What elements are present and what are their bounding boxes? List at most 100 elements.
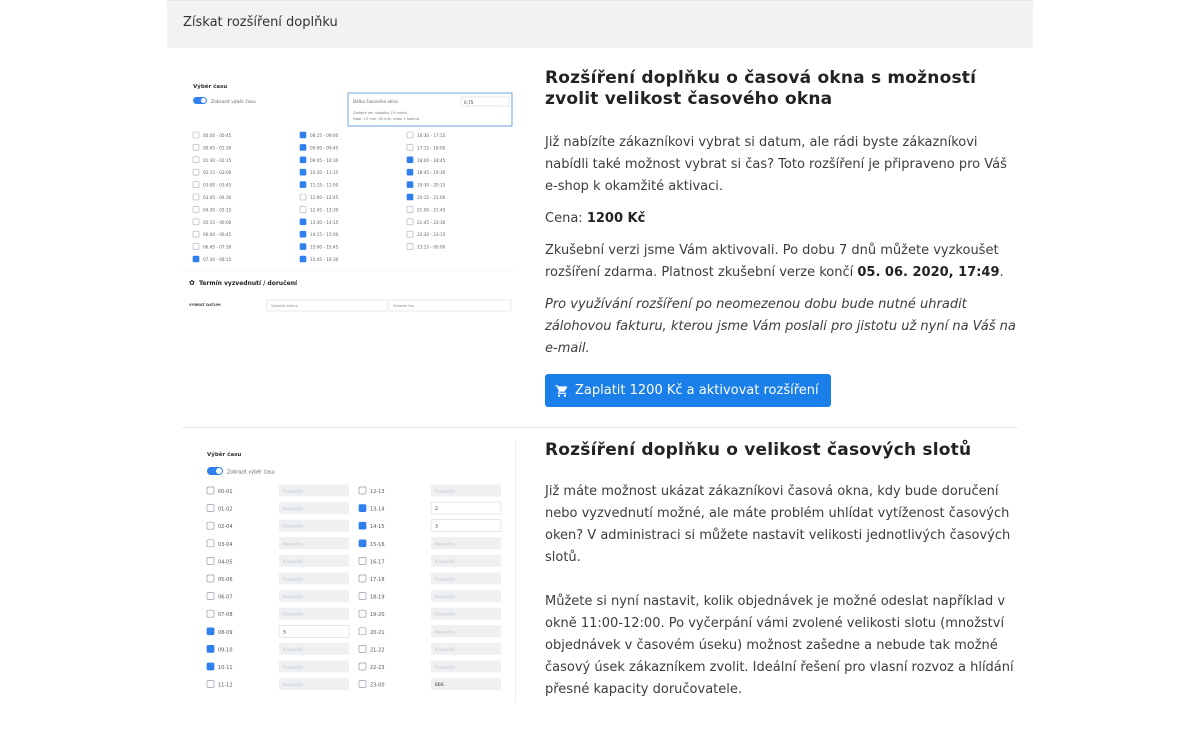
time-windows-intro: Již nabízíte zákazníkovi vybrat si datum…	[545, 135, 1007, 194]
shot1-slot-checkbox	[299, 193, 307, 201]
shot1-slot-checkbox	[299, 243, 307, 250]
shot1-slot-label: 06:00 - 06:45	[203, 232, 232, 237]
shot2-slot-label: 05-06	[218, 577, 233, 583]
shot2-slot-checkbox	[206, 574, 215, 583]
shot1-box-label: Délka časového okna	[353, 99, 398, 104]
shot1-slot-checkbox	[299, 168, 307, 176]
shot2-capacity-value: Kapacita	[283, 506, 303, 512]
pay-button-label: Zaplatit 1200 Kč a aktivovat rozšíření	[575, 383, 819, 398]
shot1-slot-checkbox	[192, 255, 200, 263]
shot1-slot-checkbox	[406, 193, 414, 201]
shot2-slot-label: 19-20	[370, 612, 385, 618]
shot1-slot-label: 15:45 - 16:30	[310, 257, 339, 262]
shot1-slot-label: 03:00 - 03:45	[203, 183, 232, 188]
cart-icon	[555, 384, 568, 397]
shot2-slot-columns: 00-01 Kapacita 01-02 Kapacita 02-04 Kapacita 0…	[206, 484, 502, 691]
slot-capacity-title: Rozšíření doplňku o velikost časových sl…	[545, 440, 972, 460]
trial-notice: Zkušební verzi jsme Vám aktivovali. Po d…	[545, 243, 1004, 280]
shot1-slot-checkbox	[192, 144, 200, 151]
shot2-capacity-value: 2	[435, 506, 438, 512]
shot2-slot-label: 17-18	[370, 577, 385, 583]
shot2-slot-label: 18-19	[370, 595, 385, 601]
shot2-slot-checkbox	[206, 539, 215, 548]
shot1-slot-checkbox	[299, 181, 307, 188]
svg-text:Vyberte datum: Vyberte datum	[271, 304, 298, 308]
panel-header: Získat rozšíření doplňku	[167, 0, 1033, 48]
shot2-slot-checkbox	[358, 609, 367, 618]
shot2-slot-label: 14-15	[370, 524, 385, 530]
shot2-capacity-input	[278, 625, 350, 638]
shot1-slot-label: 12:00 - 12:45	[310, 195, 339, 200]
shot2-capacity-value: 3	[435, 524, 438, 530]
shot1-slot-checkbox	[299, 156, 307, 164]
shot1-slot-checkbox	[406, 181, 414, 188]
price-line: Cena: 1200 Kč	[545, 208, 1017, 230]
shot1-slot-label: 03:45 - 04:30	[203, 195, 232, 200]
shot2-slot-label: 20-21	[370, 630, 385, 636]
shot1-slot-label: 15:00 - 15:45	[310, 245, 339, 250]
shot2-capacity-value: Kapacita	[435, 612, 455, 618]
shot1-calendar-icon: ✿	[189, 279, 195, 287]
pay-and-activate-button[interactable]: Zaplatit 1200 Kč a aktivovat rozšíření	[545, 374, 831, 407]
shot1-slot-label: 01:30 - 02:15	[203, 158, 232, 163]
shot1-slot-label: 04:30 - 05:15	[203, 207, 232, 212]
shot1-slot-checkbox	[192, 230, 200, 238]
shot1-slot-label: 02:15 - 03:00	[203, 170, 232, 175]
shot2-capacity-value: Kapacita	[435, 489, 455, 495]
shot2-capacity-value: Kapacita	[283, 594, 303, 600]
shot2-capacity-value: Kapacita	[435, 541, 455, 547]
shot1-section-title: Termín vyzvednutí / doručení	[199, 280, 298, 287]
shot2-slot-label: 10-11	[218, 665, 233, 671]
shot2-capacity-value: Kapacita	[283, 524, 303, 530]
shot2-slot-label: 15-16	[370, 542, 385, 548]
shot2-capacity-value: Kapacita	[283, 682, 303, 688]
shot1-slot-columns: 00:00 - 00:45 00:45 - 01:30 01:30 - 02:15 0…	[192, 131, 446, 263]
shot1-slot-label: 23:15 - 00:00	[417, 245, 446, 250]
time-windows-description: Rozšíření doplňku o časová okna s možnos…	[545, 68, 1017, 407]
price-value: 1200 Kč	[586, 211, 646, 226]
shot1-slot-label: 20:15 - 21:00	[417, 195, 446, 200]
shot1-slot-checkbox	[406, 168, 414, 176]
shot1-slot-label: 19:30 - 20:15	[417, 183, 446, 188]
shot2-capacity-value: 666	[435, 682, 444, 688]
shot1-slot-label: 00:00 - 00:45	[203, 133, 232, 138]
shot1-slot-label: 11:15 - 12:00	[310, 183, 339, 188]
shot1-slot-label: 17:15 - 18:00	[417, 145, 446, 150]
shot1-slot-checkbox	[406, 206, 414, 213]
shot1-slot-checkbox	[406, 131, 414, 139]
shot2-capacity-value: Kapacita	[283, 647, 303, 653]
shot2-slot-checkbox	[206, 486, 215, 495]
shot1-slot-checkbox	[406, 243, 414, 250]
invoice-note: Pro využívání rozšíření po neomezenou do…	[545, 297, 1016, 356]
shot2-capacity-input	[430, 501, 502, 515]
shot2-capacity-value: Kapacita	[283, 665, 303, 671]
shot1-slot-checkbox	[406, 156, 414, 164]
shot2-slot-label: 08-09	[218, 630, 233, 636]
shot1-slot-checkbox	[192, 218, 200, 226]
shot1-slot-label: 09:45 - 10:30	[310, 158, 339, 163]
shot2-slot-checkbox	[358, 680, 367, 688]
shot2-slot-label: 13-14	[370, 507, 385, 513]
shot1-slot-label: 12:45 - 13:30	[310, 207, 339, 212]
shot2-slot-checkbox	[206, 645, 215, 653]
shot1-date-label: VYBRAT DATUM	[189, 303, 221, 307]
shot2-heading: Výběr času	[207, 451, 241, 458]
shot1-slot-checkbox	[406, 218, 414, 226]
shot2-slot-label: 12-13	[370, 489, 385, 495]
time-windows-screenshot: Výběr času Zobrazit výběr času Délka čas…	[183, 72, 515, 317]
shot2-slot-label: 16-17	[370, 559, 385, 565]
shot2-slot-label: 03-04	[218, 542, 233, 548]
shot1-slot-checkbox	[192, 206, 200, 213]
slot-capacity-intro: Již máte možnost ukázat zákazníkovi časo…	[545, 484, 1011, 565]
shot2-slot-checkbox	[206, 521, 215, 530]
shot2-slot-label: 21-22	[370, 647, 385, 653]
shot1-slot-label: 21:45 - 22:30	[417, 220, 446, 225]
shot2-slot-label: 02-04	[218, 524, 233, 530]
shot2-capacity-value: Kapacita	[283, 541, 303, 547]
time-windows-title: Rozšíření doplňku o časová okna s možnos…	[545, 68, 977, 109]
shot2-slot-label: 06-07	[218, 595, 233, 601]
shot1-slot-label: 21:00 - 21:45	[417, 207, 446, 212]
shot1-slot-checkbox	[192, 168, 200, 176]
shot1-slot-checkbox	[299, 230, 307, 238]
shot2-capacity-value: Kapacita	[435, 594, 455, 600]
